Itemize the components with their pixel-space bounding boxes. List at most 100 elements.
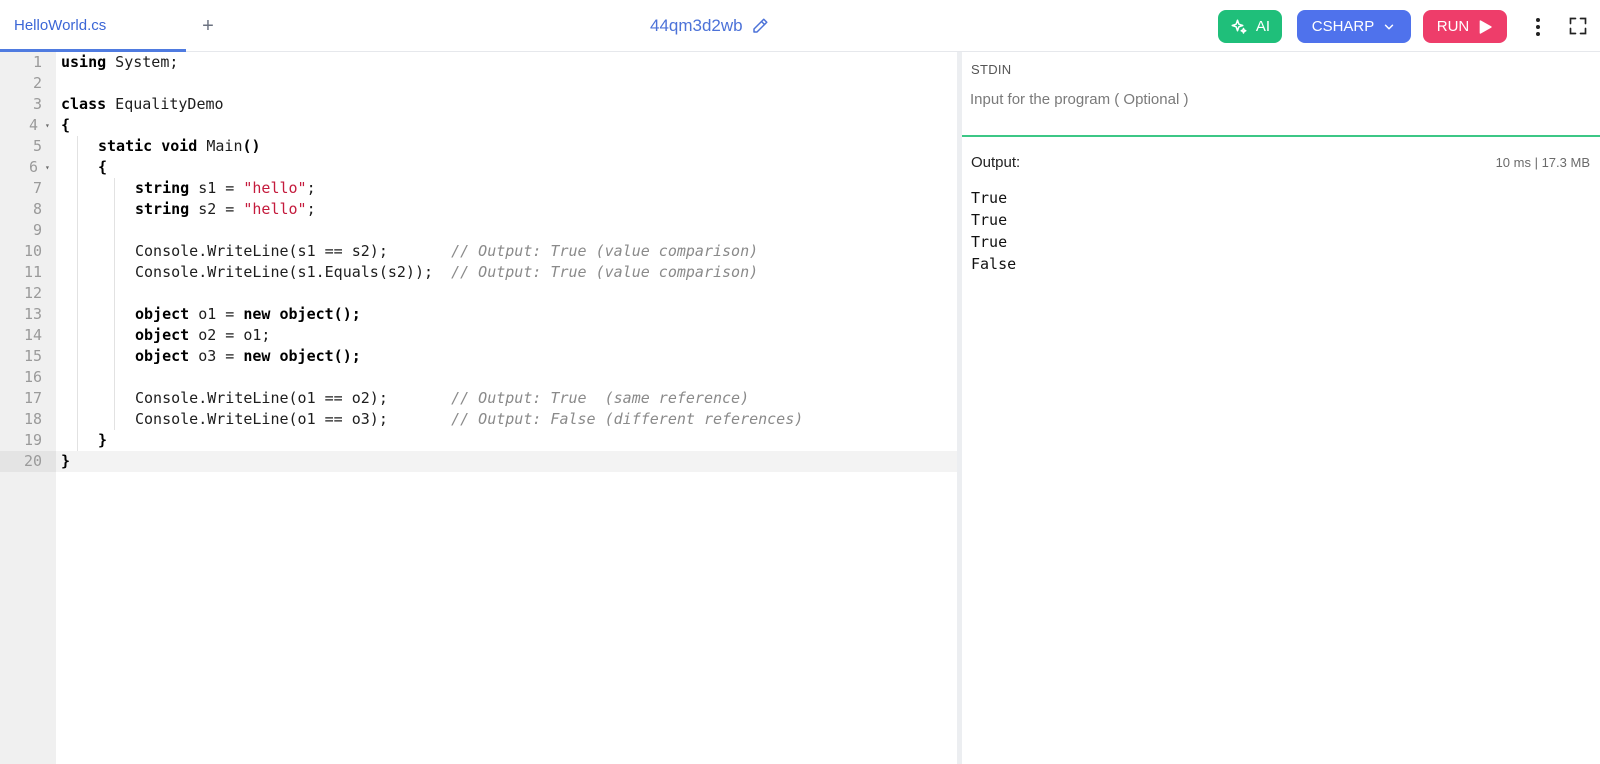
panel-divider[interactable] [957,52,962,764]
indent-guide [114,220,115,241]
code-keyword: static void [98,137,198,155]
indent-guide [114,283,115,304]
more-vertical-icon[interactable] [1527,14,1549,40]
code-keyword: object [135,347,190,365]
line-number: 1 [32,53,42,71]
fold-arrow-icon[interactable]: ▾ [45,115,50,136]
code-line[interactable]: 1 using System; [0,52,957,73]
code-keyword: object [135,326,190,344]
code-token: EqualityDemo [106,95,224,113]
code-comment: // Output: True (same reference) [451,389,750,407]
session-id: 44qm3d2wb [650,16,743,35]
code-text: } [98,430,107,451]
output-line: False [971,255,1017,273]
code-line[interactable]: 17 Console.WriteLine(o1 == o2); // Output… [0,388,957,409]
indent-guide [114,304,115,325]
code-line[interactable]: 6 ▾{ [0,157,957,178]
indent-guide [77,304,78,325]
code-line[interactable]: 12 [0,283,957,304]
code-keyword: string [135,200,190,218]
code-token: s1 = [189,179,244,197]
code-text: using System; [61,52,178,73]
code-keyword: string [135,179,190,197]
code-editor[interactable]: 1 using System; 2 3 class EqualityDemo 4 ▾{5st… [0,52,957,764]
code-line[interactable]: 3 class EqualityDemo [0,94,957,115]
pencil-icon[interactable] [751,17,769,35]
code-keyword: using [61,53,107,71]
code-text: { [61,115,70,136]
indent-guide [77,157,78,178]
line-number: 10 [23,242,42,260]
line-number: 9 [32,221,42,239]
code-text: Console.WriteLine(s1.Equals(s2)); // Out… [135,262,758,283]
sparkle-icon [1231,19,1247,34]
code-keyword: object [135,305,190,323]
code-text: Console.WriteLine(s1 == s2); // Output: … [135,241,758,262]
code-string: "hello" [243,179,307,197]
line-number: 15 [23,347,42,365]
code-line[interactable]: 13 object o1 = new object(); [0,304,957,325]
line-number: 19 [23,431,42,449]
code-line[interactable]: 2 [0,73,957,94]
code-line[interactable]: 18 Console.WriteLine(o1 == o3); // Output… [0,409,957,430]
session-title[interactable]: 44qm3d2wb [650,0,769,52]
code-keyword: } [61,452,71,470]
code-line[interactable]: 19} [0,430,957,451]
tab-helloworld[interactable]: HelloWorld.cs [0,0,186,52]
code-line[interactable]: 16 [0,367,957,388]
code-line[interactable]: 10 Console.WriteLine(s1 == s2); // Output… [0,241,957,262]
code-line[interactable]: 4 ▾{ [0,115,957,136]
line-number: 16 [23,368,42,386]
run-button[interactable]: RUN [1423,10,1507,43]
indent-guide [77,388,78,409]
code-line[interactable]: 5 static void Main() [0,136,957,157]
code-text: static void Main() [98,136,261,157]
line-number: 11 [23,263,42,281]
run-button-label: RUN [1436,18,1470,35]
code-token: Console.WriteLine(o1 == o3); [135,410,452,428]
code-line[interactable]: 15 object o3 = new object(); [0,346,957,367]
code-token: o3 = [189,347,244,365]
code-token: Console.WriteLine(o1 == o2); [135,389,452,407]
output-line: True [971,211,1008,229]
line-number: 12 [23,284,42,302]
output-line: True [971,189,1008,207]
code-string: "hello" [243,200,307,218]
indent-guide [77,409,78,430]
output-stats: 10 ms | 17.3 MB [1495,155,1590,170]
indent-guide [114,199,115,220]
stdin-input[interactable] [970,84,1590,114]
code-line[interactable]: 20} [0,451,957,472]
code-line[interactable]: 8 string s2 = "hello"; [0,199,957,220]
line-number: 7 [32,179,42,197]
language-label: CSHARP [1311,18,1375,35]
indent-guide [77,241,78,262]
indent-guide [77,220,78,241]
line-number: 2 [32,74,42,92]
fold-arrow-icon[interactable]: ▾ [45,157,50,178]
code-text: Console.WriteLine(o1 == o3); // Output: … [135,409,803,430]
chevron-down-icon [1385,24,1394,29]
code-line[interactable]: 11 Console.WriteLine(s1.Equals(s2)); // O… [0,262,957,283]
indent-guide [77,283,78,304]
code-line[interactable]: 9 [0,220,957,241]
language-select[interactable]: CSHARP [1297,10,1411,43]
code-line[interactable]: 7 string s1 = "hello"; [0,178,957,199]
indent-guide [77,367,78,388]
output-separator [962,135,1600,137]
code-token: Main [197,137,243,155]
fullscreen-icon[interactable] [1568,16,1588,36]
indent-guide [77,136,78,157]
code-token: Console.WriteLine(s1.Equals(s2)); [135,263,452,281]
line-number: 8 [32,200,42,218]
code-comment: // Output: True (value comparison) [451,263,759,281]
line-number: 18 [23,410,42,428]
code-line[interactable]: 14 object o2 = o1; [0,325,957,346]
ai-button[interactable]: AI [1218,10,1282,43]
code-keyword: } [98,431,108,449]
code-keyword: { [98,158,108,176]
indent-guide [114,178,115,199]
line-number: 14 [23,326,42,344]
add-tab-button[interactable]: + [196,13,220,39]
indent-guide [114,346,115,367]
